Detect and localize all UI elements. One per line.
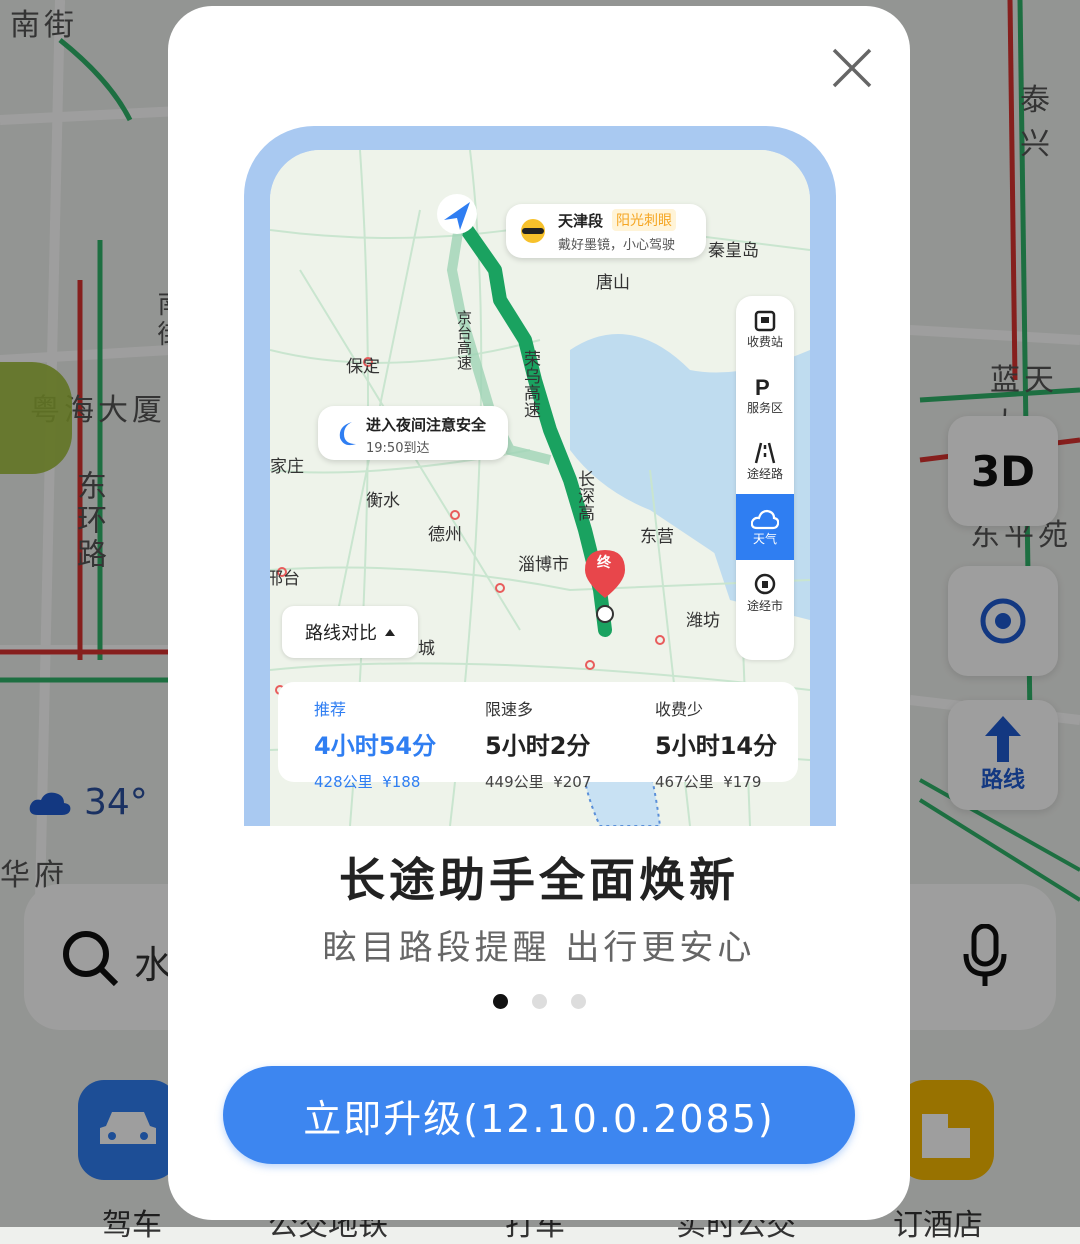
weather-cloud-icon bbox=[751, 509, 779, 529]
page-dot-1[interactable] bbox=[492, 994, 508, 1009]
page-dot-3[interactable] bbox=[570, 994, 586, 1009]
route-option-speed-limit[interactable]: 限速多 5小时2分 449公里 ¥207 bbox=[485, 696, 591, 792]
map-label-weifang: 潍坊 bbox=[686, 611, 720, 631]
terminal-pin-label: 终 bbox=[597, 555, 611, 571]
moon-icon bbox=[339, 422, 356, 446]
toolbar-label: 途经路 bbox=[746, 466, 783, 481]
upgrade-dialog: 天津段 阳光刺眼 戴好墨镜，小心驾驶 进入夜间注意安全 19:50到达 秦皇岛 … bbox=[168, 6, 910, 1220]
route-tag: 收费少 bbox=[655, 700, 704, 719]
route-cost: ¥188 bbox=[382, 773, 421, 791]
preview-map-screen: 天津段 阳光刺眼 戴好墨镜，小心驾驶 进入夜间注意安全 19:50到达 秦皇岛 … bbox=[270, 150, 810, 826]
map-label-tangshan: 唐山 bbox=[596, 273, 630, 293]
route-option-low-toll[interactable]: 收费少 5小时14分 467公里 ¥179 bbox=[655, 696, 777, 792]
route-tag: 限速多 bbox=[485, 700, 534, 719]
sunglasses-tip: 戴好墨镜，小心驾驶 bbox=[558, 238, 676, 253]
night-alert-text: 进入夜间注意安全 bbox=[366, 416, 487, 434]
road-icon bbox=[754, 442, 776, 463]
dialog-subtitle: 眩目路段提醒 出行更安心 bbox=[322, 928, 756, 968]
map-label-jiazhuang: 家庄 bbox=[270, 457, 304, 477]
route-tag: 推荐 bbox=[314, 700, 347, 719]
route-cost: ¥207 bbox=[553, 773, 592, 791]
toolbar-service-area[interactable]: P 服务区 bbox=[736, 362, 794, 428]
route-option-recommended[interactable]: 推荐 4小时54分 428公里 ¥188 bbox=[314, 696, 436, 792]
route-options-panel: 推荐 4小时54分 428公里 ¥188 限速多 5小时2分 449公里 ¥20… bbox=[278, 682, 798, 791]
sunglasses-sun-icon bbox=[521, 219, 545, 243]
route-cost: ¥179 bbox=[723, 773, 762, 791]
close-icon[interactable] bbox=[828, 44, 876, 92]
route-compare-label: 路线对比 bbox=[305, 623, 377, 644]
route-time: 5小时2分 bbox=[485, 732, 591, 760]
toolbar-label: 途经市 bbox=[746, 598, 783, 613]
route-compare-button[interactable]: 路线对比 bbox=[282, 606, 418, 658]
route-distance: 449公里 bbox=[485, 773, 544, 791]
route-time: 5小时14分 bbox=[655, 732, 778, 760]
map-label-zibo: 淄博市 bbox=[518, 555, 569, 575]
tianjin-section-label: 天津段 bbox=[558, 212, 604, 230]
toll-station-icon bbox=[754, 310, 776, 331]
map-label-qinhuangdao: 秦皇岛 bbox=[708, 241, 759, 261]
city-icon bbox=[754, 573, 776, 594]
sun-glare-bubble: 天津段 阳光刺眼 戴好墨镜，小心驾驶 bbox=[506, 204, 706, 258]
upgrade-now-button[interactable]: 立即升级(12.10.0.2085) bbox=[223, 1066, 855, 1164]
sun-glare-tag: 阳光刺眼 bbox=[612, 209, 676, 231]
toolbar-weather[interactable]: 天气 bbox=[736, 494, 794, 560]
page-indicator bbox=[168, 994, 910, 1009]
route-distance: 428公里 bbox=[314, 773, 373, 791]
toolbar-toll-station[interactable]: 收费站 bbox=[736, 296, 794, 362]
feature-preview-phone: 天津段 阳光刺眼 戴好墨镜，小心驾驶 进入夜间注意安全 19:50到达 秦皇岛 … bbox=[244, 126, 836, 826]
map-side-toolbar: 收费站 P 服务区 途经路 天气 途经市 bbox=[736, 296, 794, 660]
toolbar-passing-city[interactable]: 途经市 bbox=[736, 560, 794, 626]
map-label-rongwu: 荣乌高速 bbox=[520, 350, 540, 418]
map-label-dongying: 东营 bbox=[640, 527, 674, 547]
toolbar-label: 服务区 bbox=[746, 400, 783, 415]
svg-text:P: P bbox=[755, 375, 770, 399]
map-label-xingtai: 邢台 bbox=[270, 569, 300, 589]
route-time: 4小时54分 bbox=[314, 732, 437, 760]
page-dot-2[interactable] bbox=[531, 994, 547, 1009]
toolbar-label: 收费站 bbox=[746, 334, 783, 349]
map-label-hengshui: 衡水 bbox=[366, 491, 400, 511]
map-label-dezhou: 德州 bbox=[428, 525, 462, 545]
map-label-baoding: 保定 bbox=[346, 357, 380, 377]
route-distance: 467公里 bbox=[655, 773, 714, 791]
map-label-cheng: 城 bbox=[418, 639, 435, 659]
caret-up-icon bbox=[385, 629, 395, 636]
night-arrival-time: 19:50到达 bbox=[366, 441, 430, 456]
toolbar-passing-road[interactable]: 途经路 bbox=[736, 428, 794, 494]
night-alert-bubble: 进入夜间注意安全 19:50到达 bbox=[318, 406, 508, 460]
service-area-icon: P bbox=[755, 375, 770, 399]
map-label-jingtai: 京台高速 bbox=[455, 310, 473, 370]
toolbar-label: 天气 bbox=[752, 531, 777, 546]
dialog-title: 长途助手全面焕新 bbox=[339, 853, 739, 907]
map-label-changshen: 长深高 bbox=[574, 470, 594, 521]
